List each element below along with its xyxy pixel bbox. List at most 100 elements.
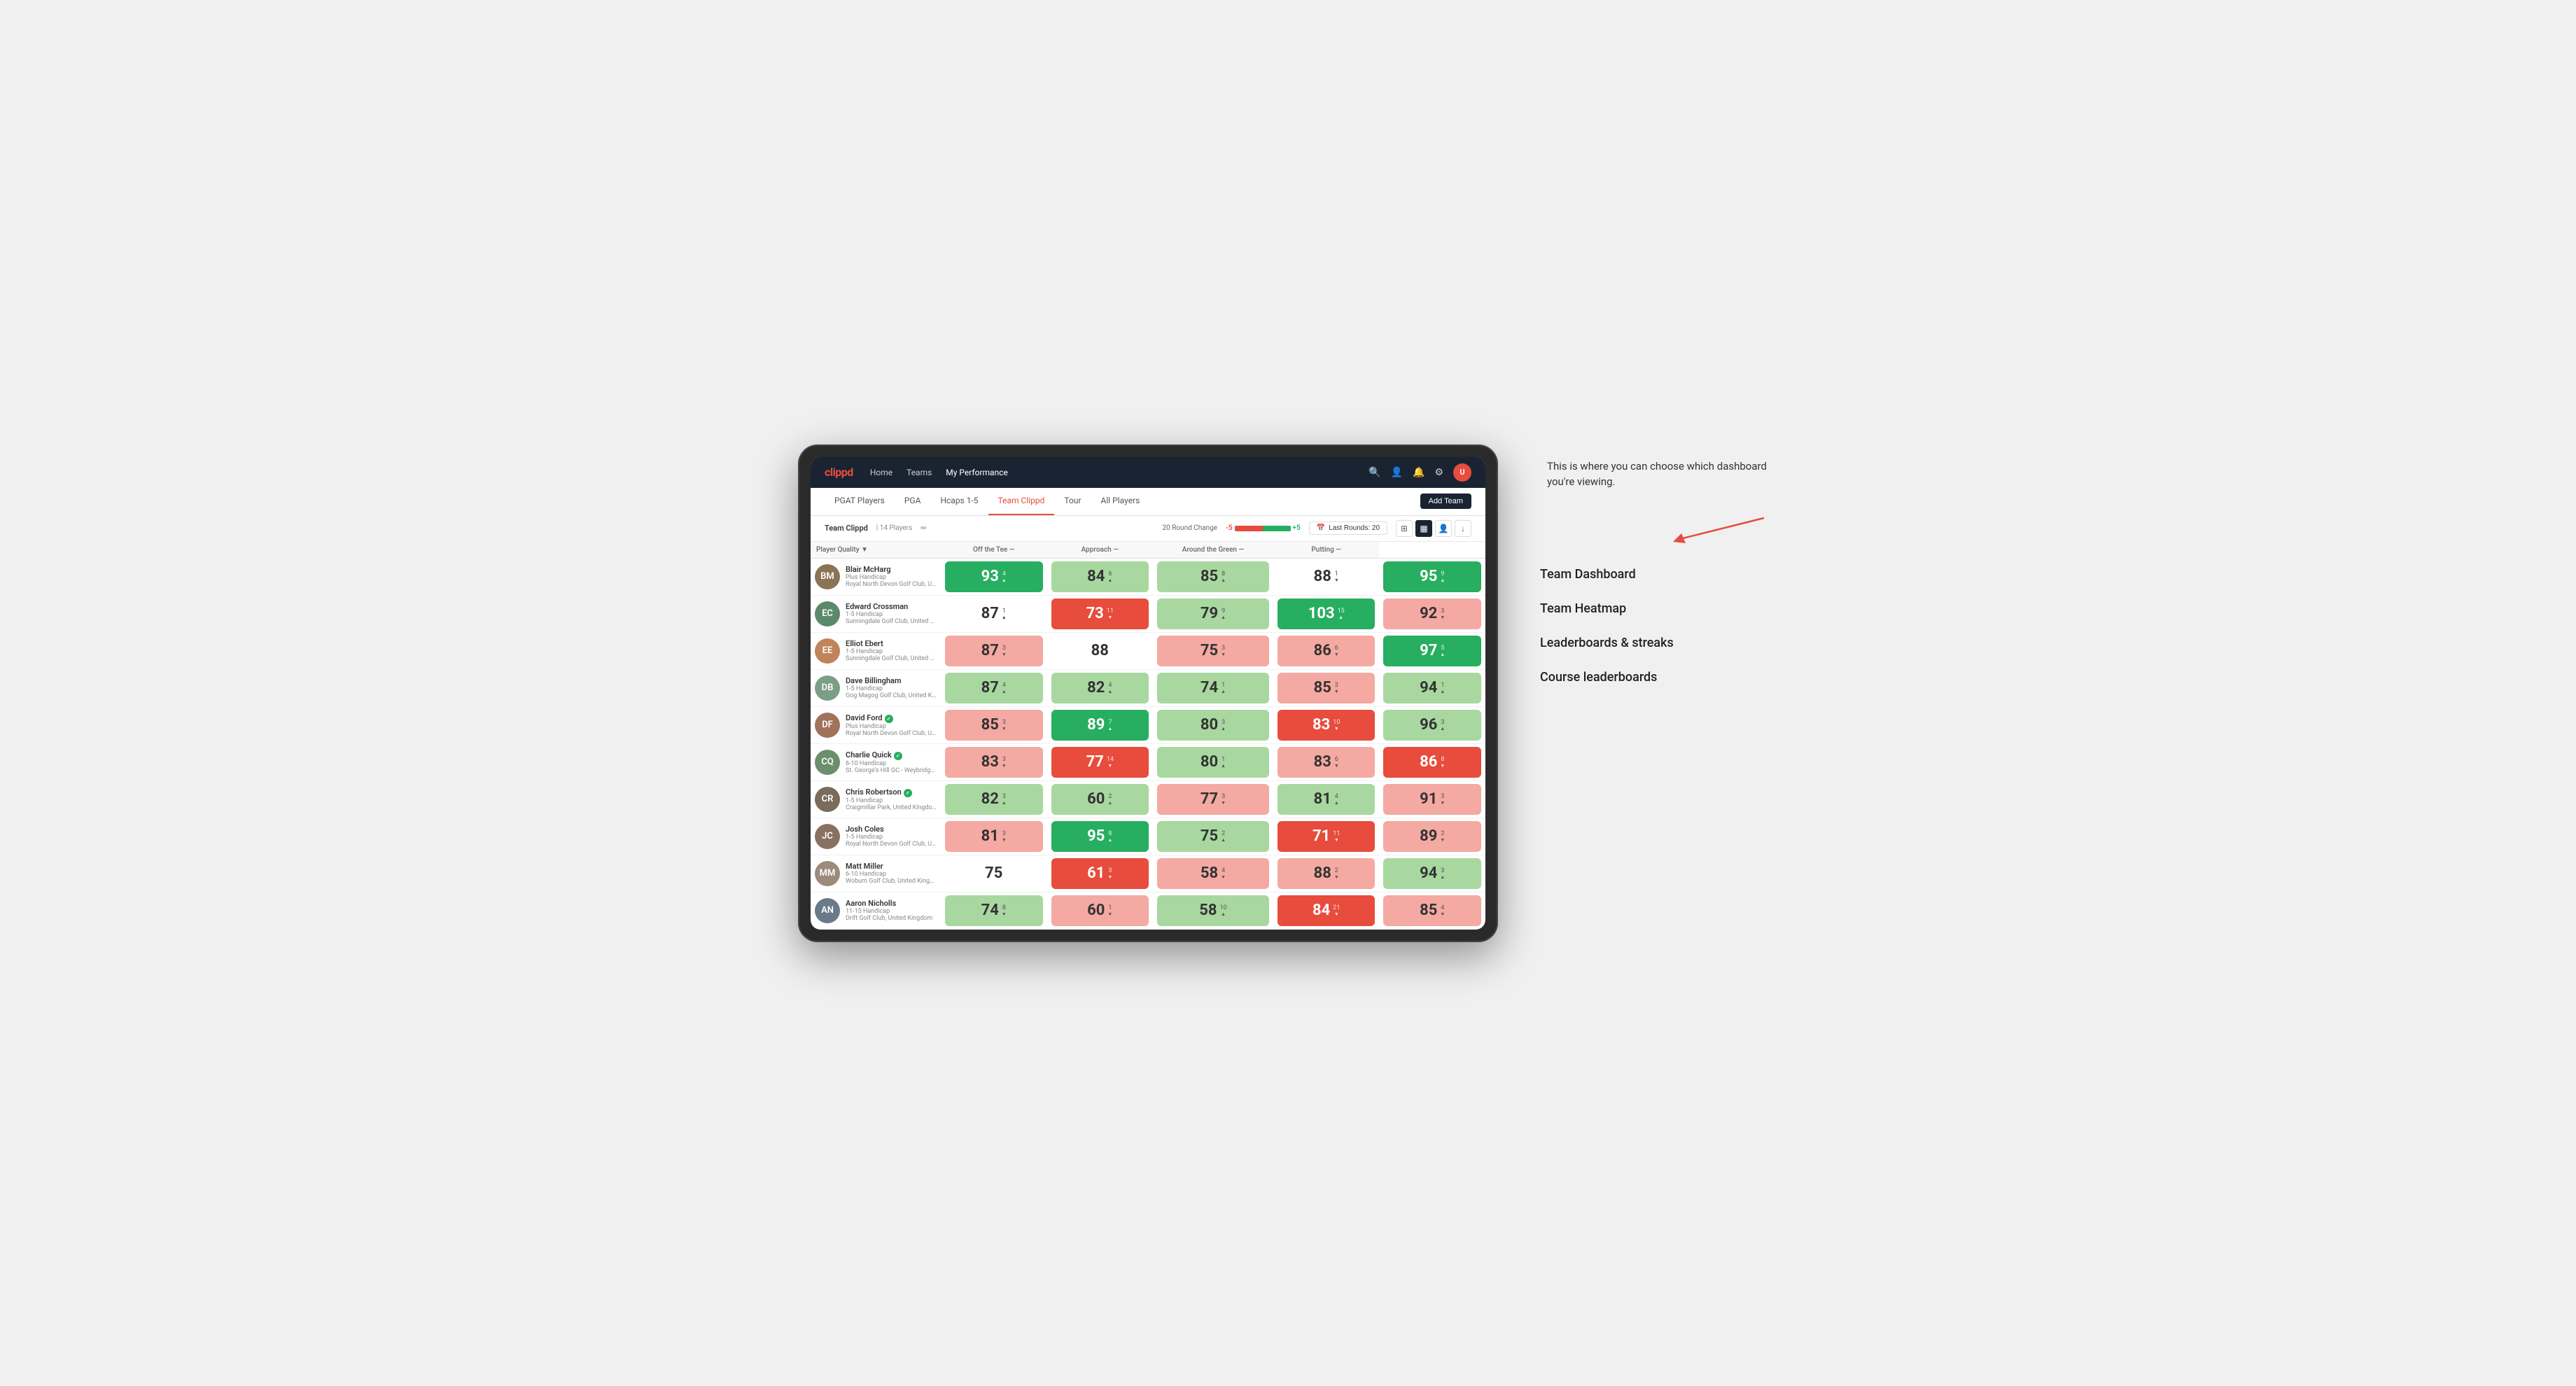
score-change: 8▼ <box>1440 756 1445 769</box>
search-icon[interactable]: 🔍 <box>1368 467 1380 478</box>
subnav-tour[interactable]: Tour <box>1054 487 1091 515</box>
subnav-team-clippd[interactable]: Team Clippd <box>988 487 1055 515</box>
player-cell-9[interactable]: AN Aaron Nicholls 11-15 Handicap Drift G… <box>811 892 941 929</box>
subnav-pga[interactable]: PGA <box>895 487 931 515</box>
heatmap-view-button[interactable]: ▦ <box>1415 520 1432 537</box>
score-box: 86 6▼ <box>1278 636 1376 666</box>
player-handicap: 6-10 Handicap <box>846 871 937 878</box>
bell-icon[interactable]: 🔔 <box>1413 467 1424 478</box>
dashboard-item-1[interactable]: Team Heatmap <box>1540 592 1778 626</box>
score-change: 2▲ <box>1107 793 1112 806</box>
off-tee-score-9: 60 1▼ <box>1047 892 1154 929</box>
col-header-off-tee[interactable]: Off the Tee — <box>941 542 1047 559</box>
putting-score-7: 89 2▼ <box>1379 818 1485 855</box>
subnav-hcaps[interactable]: Hcaps 1-5 <box>930 487 988 515</box>
quality-score-9: 74 8▼ <box>941 892 1047 929</box>
col-header-player[interactable]: Player Quality ▼ <box>811 542 941 559</box>
dashboard-item-2[interactable]: Leaderboards & streaks <box>1540 626 1778 660</box>
score-change: 15▲ <box>1338 608 1345 620</box>
table-row: DB Dave Billingham 1-5 Handicap Gog Mago… <box>811 669 1485 706</box>
putting-score-2: 97 5▲ <box>1379 632 1485 669</box>
score-value: 88 <box>1091 642 1109 659</box>
player-cell-7[interactable]: JC Josh Coles 1-5 Handicap Royal North D… <box>811 818 941 855</box>
putting-score-4: 96 3▲ <box>1379 706 1485 743</box>
person-view-button[interactable]: 👤 <box>1435 520 1452 537</box>
subnav-pgat[interactable]: PGAT Players <box>825 487 895 515</box>
table-header-row: Player Quality ▼ Off the Tee — Approach … <box>811 542 1485 559</box>
score-change: 3▼ <box>1002 645 1007 657</box>
player-club: Royal North Devon Golf Club, United King… <box>846 730 937 737</box>
score-change: 4▲ <box>1002 682 1007 694</box>
player-cell-3[interactable]: DB Dave Billingham 1-5 Handicap Gog Mago… <box>811 669 941 706</box>
player-name: Blair McHarg <box>846 565 937 574</box>
off-tee-score-4: 89 7▲ <box>1047 706 1154 743</box>
player-cell-5[interactable]: CQ Charlie Quick✓ 6-10 Handicap St. Geor… <box>811 743 941 780</box>
approach-score-0: 85 8▲ <box>1153 558 1273 595</box>
player-cell-8[interactable]: MM Matt Miller 6-10 Handicap Woburn Golf… <box>811 855 941 892</box>
subnav-all-players[interactable]: All Players <box>1091 487 1150 515</box>
dashboard-item-3[interactable]: Course leaderboards <box>1540 660 1778 694</box>
score-change: 1▲ <box>1440 682 1445 694</box>
score-box: 85 4▼ <box>1383 895 1481 926</box>
edit-icon[interactable]: ✏ <box>920 524 927 533</box>
player-name: David Ford✓ <box>846 713 937 723</box>
nav-link-teams[interactable]: Teams <box>906 468 932 477</box>
nav-link-home[interactable]: Home <box>870 468 892 477</box>
col-header-approach[interactable]: Approach — <box>1047 542 1154 559</box>
table-row: DF David Ford✓ Plus Handicap Royal North… <box>811 706 1485 743</box>
col-header-around-green[interactable]: Around the Green — <box>1153 542 1273 559</box>
score-box: 73 11▼ <box>1051 598 1149 629</box>
player-cell-6[interactable]: CR Chris Robertson✓ 1-5 Handicap Craigmi… <box>811 780 941 818</box>
download-view-button[interactable]: ↓ <box>1455 520 1471 537</box>
score-value: 89 <box>1087 716 1105 734</box>
score-change: 1▲ <box>1221 682 1226 694</box>
add-team-button[interactable]: Add Team <box>1420 493 1471 509</box>
score-change: 3▼ <box>1440 793 1445 806</box>
pos-change: +5 <box>1293 524 1301 532</box>
around-green-score-3: 85 3▼ <box>1273 669 1380 706</box>
logo: clippd <box>825 465 853 479</box>
col-header-putting[interactable]: Putting — <box>1273 542 1380 559</box>
player-club: Sunningdale Golf Club, United Kingdom <box>846 655 937 662</box>
player-cell-1[interactable]: EC Edward Crossman 1-5 Handicap Sunningd… <box>811 595 941 632</box>
score-change: 9▲ <box>1440 570 1445 583</box>
putting-score-9: 85 4▼ <box>1379 892 1485 929</box>
nav-icons: 🔍 👤 🔔 ⚙ U <box>1368 463 1471 482</box>
score-box: 95 8▲ <box>1051 821 1149 852</box>
grid-view-button[interactable]: ⊞ <box>1396 520 1413 537</box>
putting-score-6: 91 3▼ <box>1379 780 1485 818</box>
tablet-screen: clippd Home Teams My Performance 🔍 👤 🔔 ⚙… <box>811 457 1485 930</box>
avatar[interactable]: U <box>1453 463 1471 482</box>
player-cell-2[interactable]: EE Elliot Ebert 1-5 Handicap Sunningdale… <box>811 632 941 669</box>
dashboard-item-0[interactable]: Team Dashboard <box>1540 557 1778 592</box>
around-green-score-2: 86 6▼ <box>1273 632 1380 669</box>
user-icon[interactable]: 👤 <box>1391 467 1403 478</box>
approach-score-5: 80 1▲ <box>1153 743 1273 780</box>
player-club: Royal North Devon Golf Club, United King… <box>846 581 937 588</box>
player-name: Edward Crossman <box>846 602 937 611</box>
player-cell-4[interactable]: DF David Ford✓ Plus Handicap Royal North… <box>811 706 941 743</box>
score-value: 83 <box>1312 716 1330 734</box>
score-value: 88 <box>1314 864 1331 882</box>
settings-icon[interactable]: ⚙ <box>1434 467 1443 478</box>
score-change: 2▼ <box>1334 867 1339 880</box>
nav-link-myperformance[interactable]: My Performance <box>946 468 1008 477</box>
score-change: 3▼ <box>1334 682 1339 694</box>
score-change: 4▲ <box>1002 570 1007 583</box>
score-box: 93 4▲ <box>945 561 1043 592</box>
player-info: Blair McHarg Plus Handicap Royal North D… <box>846 565 937 588</box>
score-change: 1▲ <box>1002 608 1007 620</box>
last-rounds-button[interactable]: 📅 Last Rounds: 20 <box>1309 522 1387 535</box>
score-change: 3▲ <box>1440 719 1445 732</box>
player-cell-0[interactable]: BM Blair McHarg Plus Handicap Royal Nort… <box>811 558 941 595</box>
score-value: 91 <box>1420 790 1437 808</box>
score-value: 61 <box>1087 864 1105 882</box>
change-bar: -5 +5 <box>1226 524 1301 532</box>
score-change: 11▼ <box>1107 608 1114 620</box>
quality-score-0: 93 4▲ <box>941 558 1047 595</box>
score-value: 83 <box>1314 753 1331 771</box>
approach-score-2: 75 3▼ <box>1153 632 1273 669</box>
player-avatar: DF <box>815 713 840 738</box>
player-name: Dave Billingham <box>846 676 937 685</box>
off-tee-score-8: 61 3▼ <box>1047 855 1154 892</box>
